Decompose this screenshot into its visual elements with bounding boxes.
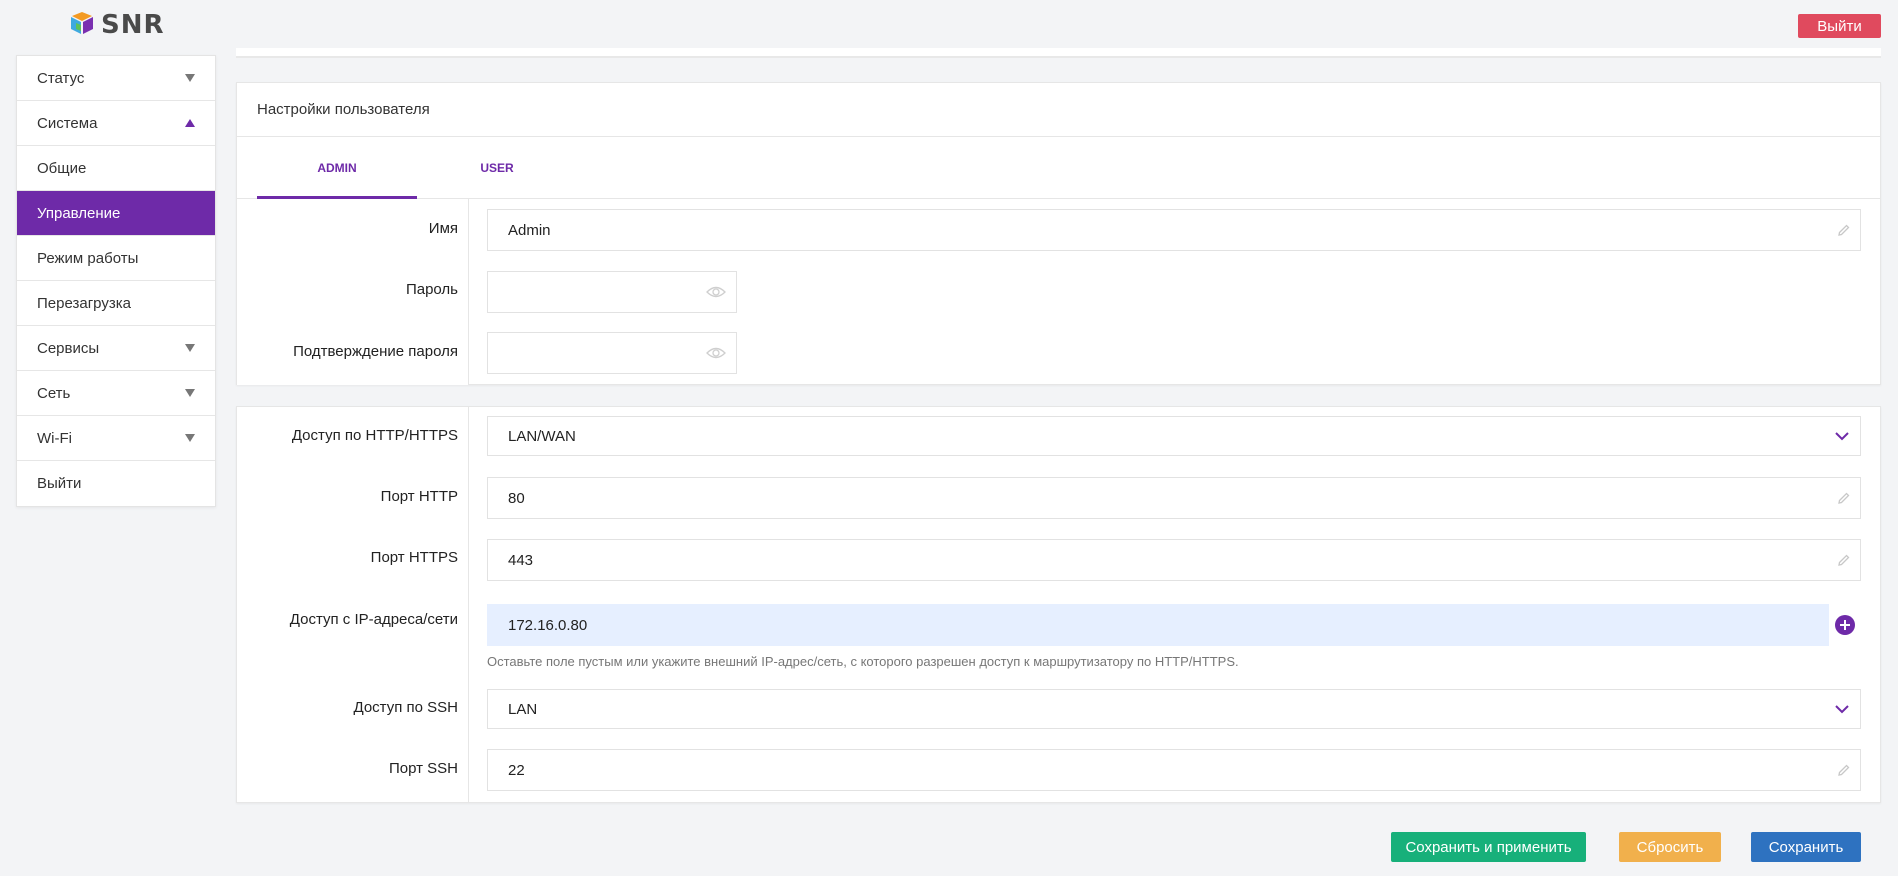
chevron-up-icon bbox=[185, 119, 195, 127]
card-title: Настройки пользователя bbox=[237, 83, 1880, 137]
ip-access-field[interactable]: 172.16.0.80 bbox=[487, 604, 1829, 646]
chevron-down-icon bbox=[1835, 705, 1849, 714]
https-port-field[interactable]: 443 bbox=[487, 539, 1861, 581]
sidebar-item-network[interactable]: Сеть bbox=[17, 371, 215, 416]
sidebar-item-label: Статус bbox=[37, 69, 85, 87]
ssh-port-label: Порт SSH bbox=[388, 760, 458, 777]
sidebar-item-label: Общие bbox=[37, 159, 87, 177]
logout-button[interactable]: Выйти bbox=[1798, 14, 1881, 38]
chevron-down-icon bbox=[185, 389, 195, 397]
sidebar-item-label: Выйти bbox=[37, 475, 82, 492]
save-button[interactable]: Сохранить bbox=[1751, 832, 1861, 862]
ssh-access-label: Доступ по SSH bbox=[353, 699, 458, 716]
sidebar-item-label: Wi-Fi bbox=[37, 429, 72, 447]
ssh-access-select[interactable]: LAN bbox=[487, 689, 1861, 729]
pencil-icon bbox=[1838, 224, 1850, 236]
ip-access-hint: Оставьте поле пустым или укажите внешний… bbox=[487, 654, 1239, 669]
logo-text: SNR bbox=[101, 10, 165, 40]
sidebar-item-management[interactable]: Управление bbox=[17, 191, 215, 236]
http-port-value: 80 bbox=[508, 489, 525, 507]
user-settings-card: Настройки пользователя ADMIN USER Имя Ad… bbox=[236, 82, 1881, 385]
sidebar-item-label: Перезагрузка bbox=[37, 294, 131, 312]
sidebar-item-system[interactable]: Система bbox=[17, 101, 215, 146]
ssh-port-field[interactable]: 22 bbox=[487, 749, 1861, 791]
label-column bbox=[237, 407, 469, 802]
reset-button[interactable]: Сбросить bbox=[1619, 832, 1721, 862]
pencil-icon bbox=[1838, 492, 1850, 504]
sidebar-item-general[interactable]: Общие bbox=[17, 146, 215, 191]
tab-user[interactable]: USER bbox=[417, 137, 577, 198]
http-port-field[interactable]: 80 bbox=[487, 477, 1861, 519]
confirm-password-field[interactable] bbox=[487, 332, 737, 374]
eye-icon[interactable] bbox=[706, 346, 726, 360]
http-access-label: Доступ по HTTP/HTTPS bbox=[291, 427, 458, 444]
ip-access-value: 172.16.0.80 bbox=[508, 616, 588, 634]
http-access-select[interactable]: LAN/WAN bbox=[487, 416, 1861, 456]
sidebar-item-reboot[interactable]: Перезагрузка bbox=[17, 281, 215, 326]
sidebar-item-operation-mode[interactable]: Режим работы bbox=[17, 236, 215, 281]
sidebar-item-label: Сеть bbox=[37, 384, 71, 402]
http-port-label: Порт HTTP bbox=[380, 488, 458, 505]
chevron-down-icon bbox=[185, 434, 195, 442]
sidebar-item-label: Система bbox=[37, 114, 98, 132]
sidebar-item-status[interactable]: Статус bbox=[17, 56, 215, 101]
pencil-icon bbox=[1838, 554, 1850, 566]
chevron-down-icon bbox=[1835, 432, 1849, 441]
save-and-apply-button[interactable]: Сохранить и применить bbox=[1391, 832, 1586, 862]
user-tabs: ADMIN USER bbox=[237, 137, 1880, 199]
logo: SNR bbox=[69, 10, 165, 40]
sidebar-item-wifi[interactable]: Wi-Fi bbox=[17, 416, 215, 461]
top-strip bbox=[236, 48, 1881, 58]
tab-admin[interactable]: ADMIN bbox=[257, 137, 417, 199]
access-settings-card: Доступ по HTTP/HTTPS LAN/WAN Порт HTTP 8… bbox=[236, 406, 1881, 803]
chevron-down-icon bbox=[185, 344, 195, 352]
sidebar-item-services[interactable]: Сервисы bbox=[17, 326, 215, 371]
chevron-down-icon bbox=[185, 74, 195, 82]
ip-access-label: Доступ с IP-адреса/сети bbox=[289, 611, 458, 628]
name-field[interactable]: Admin bbox=[487, 209, 1861, 251]
name-label: Имя bbox=[428, 220, 458, 237]
ssh-port-value: 22 bbox=[508, 761, 525, 779]
https-port-label: Порт HTTPS bbox=[370, 549, 458, 566]
add-ip-button[interactable] bbox=[1835, 615, 1855, 635]
sidebar-item-label: Сервисы bbox=[37, 339, 100, 357]
confirm-password-label: Подтверждение пароля bbox=[293, 343, 458, 360]
name-value: Admin bbox=[508, 221, 551, 239]
password-label: Пароль bbox=[405, 281, 458, 298]
sidebar-item-label: Управление bbox=[37, 204, 121, 222]
sidebar: Статус Система Общие Управление Режим ра… bbox=[16, 55, 216, 507]
snr-logo-icon bbox=[71, 12, 93, 34]
http-access-value: LAN/WAN bbox=[508, 427, 576, 445]
ssh-access-value: LAN bbox=[508, 700, 538, 718]
https-port-value: 443 bbox=[508, 551, 534, 569]
sidebar-item-logout[interactable]: Выйти bbox=[17, 461, 215, 506]
eye-icon[interactable] bbox=[706, 285, 726, 299]
pencil-icon bbox=[1838, 764, 1850, 776]
sidebar-item-label: Режим работы bbox=[37, 249, 139, 267]
password-field[interactable] bbox=[487, 271, 737, 313]
